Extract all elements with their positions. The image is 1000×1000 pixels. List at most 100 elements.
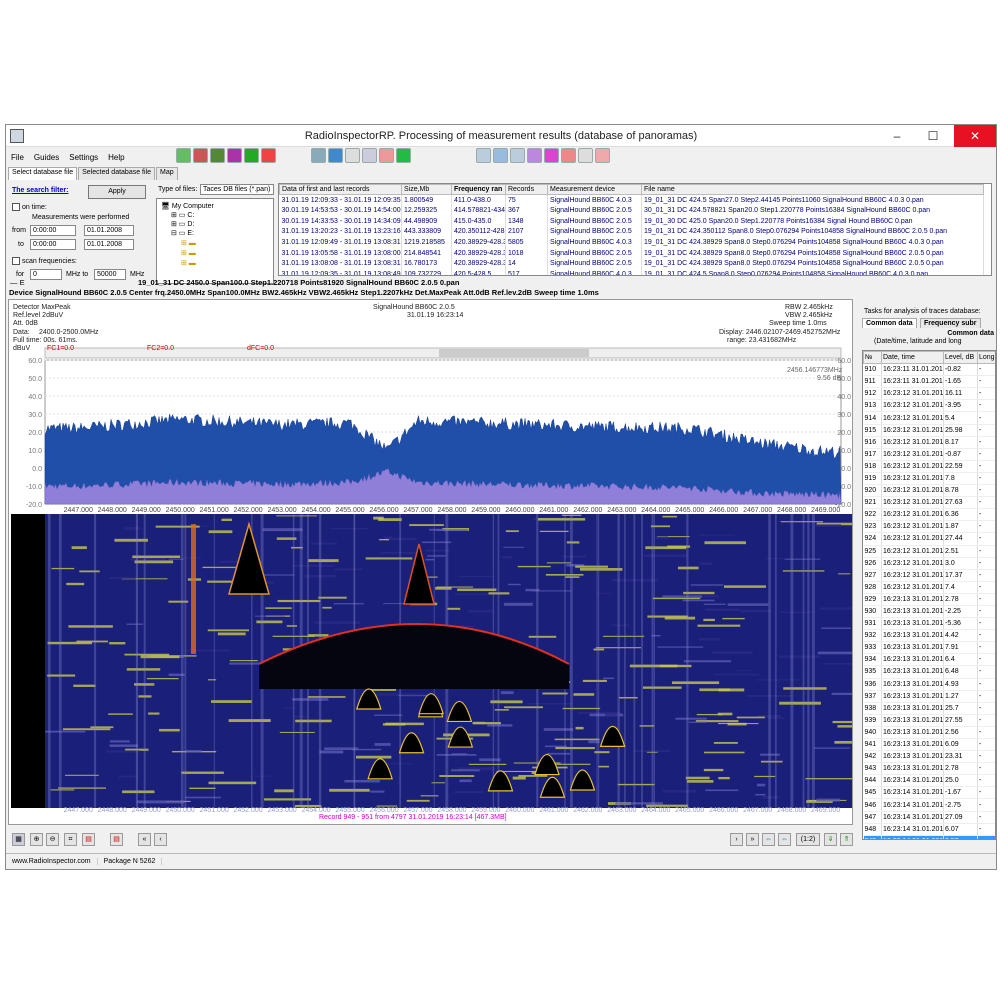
table-row[interactable]: 940 16:23:13 31.01.201 2.56-: [863, 726, 995, 740]
tool-icon[interactable]: [396, 148, 411, 163]
tool-icon[interactable]: ⇔: [778, 833, 791, 846]
tab-map[interactable]: Map: [156, 167, 178, 180]
tool-icon[interactable]: [328, 148, 343, 163]
table-row[interactable]: 921 16:23:12 31.01.201 27.63-: [863, 496, 995, 510]
table-row[interactable]: 94916:23:14 31.01.2012.53-: [863, 835, 995, 839]
file-type-select[interactable]: Taces DB files (*.pan): [200, 184, 274, 195]
zoom-in-icon[interactable]: ⊕: [30, 833, 43, 846]
tool-icon[interactable]: ▤: [110, 833, 123, 846]
table-row[interactable]: 945 16:23:14 31.01.201 -1.67-: [863, 786, 995, 800]
table-row[interactable]: 31.01.19 13:05:58 - 31.01.19 13:08:00 214…: [279, 247, 984, 259]
tool-icon[interactable]: [210, 148, 225, 163]
table-row[interactable]: 942 16:23:13 31.01.201 23.31-: [863, 750, 995, 764]
table-row[interactable]: 936 16:23:13 31.01.201 4.93-: [863, 678, 995, 691]
table-row[interactable]: 31.01.19 13:20:23 - 31.01.19 13:23:16 443…: [279, 226, 984, 238]
tool-icon[interactable]: [193, 148, 208, 163]
tool-icon[interactable]: [362, 148, 377, 163]
tool-icon[interactable]: ▦: [12, 833, 25, 846]
zoom-out-icon[interactable]: ⊖: [46, 833, 59, 846]
tool-icon[interactable]: [476, 148, 491, 163]
table-row[interactable]: 934 16:23:13 31.01.201 6.4-: [863, 653, 995, 667]
next-icon[interactable]: ›: [730, 833, 743, 846]
play-icon[interactable]: [244, 148, 259, 163]
down-icon[interactable]: ⇓: [824, 833, 837, 846]
tool-icon[interactable]: [311, 148, 326, 163]
table-row[interactable]: 915 16:23:12 31.01.201 25.98-: [863, 424, 995, 437]
folder-icon[interactable]: ⊞ ▬: [181, 239, 196, 247]
table-row[interactable]: 926 16:23:12 31.01.201 3.0-: [863, 557, 995, 570]
folder-icon[interactable]: ⊞ ▬: [181, 259, 196, 267]
tool-icon[interactable]: [544, 148, 559, 163]
tool-icon[interactable]: [578, 148, 593, 163]
col-header[interactable]: Data of first and last records: [279, 184, 402, 195]
table-row[interactable]: 935 16:23:13 31.01.201 6.48-: [863, 665, 995, 679]
col-header[interactable]: №: [863, 351, 882, 365]
table-row[interactable]: 923 16:23:12 31.01.201 1.87-: [863, 520, 995, 534]
fast-forward-icon[interactable]: »: [746, 833, 759, 846]
tool-icon[interactable]: [510, 148, 525, 163]
col-header[interactable]: Size,Mb: [401, 184, 452, 195]
tool-icon[interactable]: [176, 148, 191, 163]
prev-icon[interactable]: ‹: [154, 833, 167, 846]
rewind-icon[interactable]: «: [138, 833, 151, 846]
table-row[interactable]: 30.01.19 14:33:53 - 30.01.19 14:34:09 44.…: [279, 215, 984, 227]
folder-icon[interactable]: ⊞ ▬: [181, 249, 196, 257]
scan-frequencies-checkbox[interactable]: [12, 257, 20, 265]
table-row[interactable]: 912 16:23:12 31.01.201 16.11-: [863, 387, 995, 401]
table-row[interactable]: 919 16:23:12 31.01.201 7.8-: [863, 472, 995, 486]
tab-selected-database-file[interactable]: Selected database file: [78, 167, 155, 180]
col-header[interactable]: Longit: [977, 351, 995, 365]
table-row[interactable]: 946 16:23:14 31.01.201 -2.75-: [863, 798, 995, 812]
tab-common-data[interactable]: Common data: [862, 318, 917, 328]
menu-file[interactable]: File: [6, 153, 29, 162]
table-row[interactable]: 929 16:23:13 31.01.201 2.78-: [863, 593, 995, 606]
col-header[interactable]: Records: [505, 184, 548, 195]
menu-help[interactable]: Help: [103, 153, 129, 162]
table-row[interactable]: 947 16:23:14 31.01.201 27.09-: [863, 811, 995, 824]
record-icon[interactable]: [261, 148, 276, 163]
table-row[interactable]: 931 16:23:13 31.01.201 -5.36-: [863, 617, 995, 631]
table-row[interactable]: 932 16:23:13 31.01.201 4.42-: [863, 629, 995, 643]
time-from-field[interactable]: 0:00:00: [30, 225, 76, 236]
table-row[interactable]: 914 16:23:12 31.01.201 5.4-: [863, 411, 995, 425]
table-row[interactable]: 31.01.19 13:08:08 - 31.01.19 13:08:31 16.…: [279, 258, 984, 270]
table-row[interactable]: 948 16:23:14 31.01.201 6.07-: [863, 823, 995, 836]
table-row[interactable]: 939 16:23:13 31.01.201 27.55-: [863, 714, 995, 727]
tool-icon[interactable]: [561, 148, 576, 163]
tool-icon[interactable]: [379, 148, 394, 163]
date-from-field[interactable]: 01.01.2008: [84, 225, 134, 236]
tab-select-database-file[interactable]: Select database file: [8, 167, 78, 180]
table-row[interactable]: 944 16:23:14 31.01.201 25.0-: [863, 774, 995, 788]
tool-icon[interactable]: [493, 148, 508, 163]
table-row[interactable]: 941 16:23:13 31.01.201 6.09-: [863, 738, 995, 752]
table-row[interactable]: 930 16:23:13 31.01.201 -2.25-: [863, 605, 995, 619]
table-row[interactable]: 31.01.19 12:09:33 - 31.01.19 12:09:35 1.8…: [279, 194, 984, 206]
on-time-checkbox[interactable]: [12, 203, 20, 211]
tree-item-my-computer[interactable]: 🖥 My Computer: [161, 202, 214, 210]
minimize-button[interactable]: –: [882, 125, 912, 147]
tab-frequency-sub[interactable]: Frequency subr: [920, 318, 981, 328]
table-row[interactable]: 30.01.19 14:53:53 - 30.01.19 14:54:00 12.…: [279, 205, 984, 216]
table-row[interactable]: 927 16:23:12 31.01.201 17.37-: [863, 569, 995, 582]
table-row[interactable]: 933 16:23:13 31.01.201 7.91-: [863, 641, 995, 655]
table-row[interactable]: 928 16:23:12 31.01.201 7.4-: [863, 581, 995, 594]
table-row[interactable]: 938 16:23:13 31.01.201 25.7-: [863, 702, 995, 715]
table-row[interactable]: 913 16:23:12 31.01.201 -3.95-: [863, 399, 995, 413]
tree-item-e[interactable]: ⊟ ▭ E:: [171, 229, 194, 237]
maximize-button[interactable]: ☐: [918, 125, 948, 147]
col-header[interactable]: Measurement device: [547, 184, 642, 195]
table-row[interactable]: 917 16:23:12 31.01.201 -0.87-: [863, 448, 995, 461]
apply-button[interactable]: Apply: [88, 185, 146, 199]
tree-item-d[interactable]: ⊞ ▭ D:: [171, 220, 194, 228]
tree-item-c[interactable]: ⊞ ▭ C:: [171, 211, 194, 219]
date-to-field[interactable]: 01.01.2008: [84, 239, 134, 250]
menu-settings[interactable]: Settings: [64, 153, 103, 162]
table-row[interactable]: 925 16:23:12 31.01.201 2.51-: [863, 545, 995, 558]
menu-guides[interactable]: Guides: [29, 153, 64, 162]
table-row[interactable]: 943 16:23:13 31.01.201 2.78-: [863, 762, 995, 776]
table-row[interactable]: 937 16:23:13 31.01.201 1.27-: [863, 690, 995, 703]
table-row[interactable]: 910 16:23:11 31.01.201 -0.82-: [863, 363, 995, 377]
table-row[interactable]: 31.01.19 12:09:49 - 31.01.19 13:08:31 121…: [279, 237, 984, 248]
col-header[interactable]: Level, dB: [943, 351, 978, 365]
tool-icon[interactable]: ⌗: [64, 833, 77, 846]
